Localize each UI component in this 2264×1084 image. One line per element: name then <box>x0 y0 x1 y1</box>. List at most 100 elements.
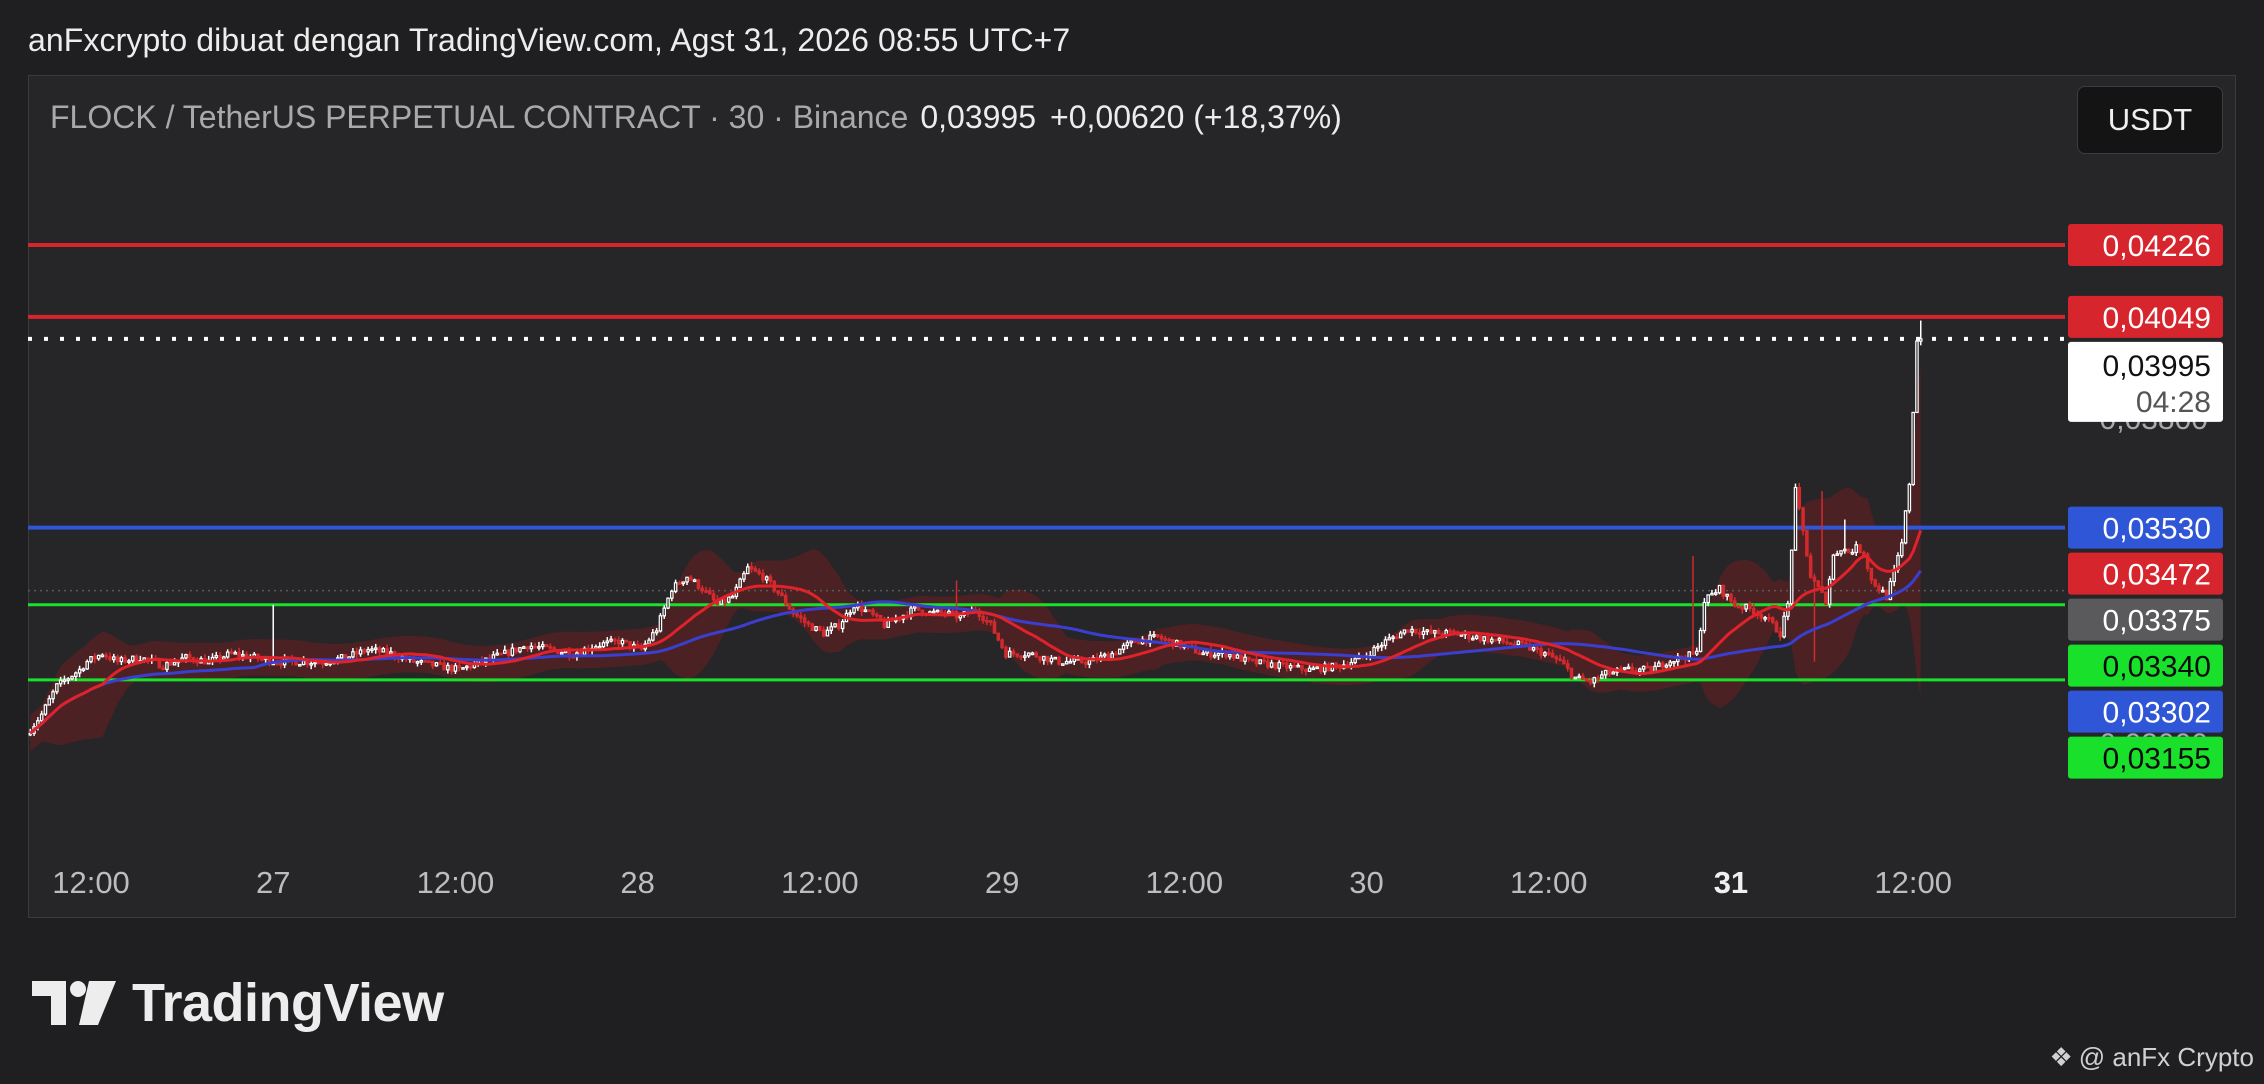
candle-body <box>1672 660 1676 664</box>
candle-body <box>453 665 458 672</box>
candle-body <box>62 679 67 683</box>
candle-body <box>112 656 116 661</box>
candle-body <box>1163 638 1168 641</box>
candle-body <box>1645 665 1650 669</box>
candle-body <box>1315 666 1319 670</box>
candle-body <box>1911 411 1915 486</box>
candle-body <box>745 566 750 575</box>
candle-body <box>1600 674 1604 679</box>
currency-button[interactable]: USDT <box>2077 86 2223 154</box>
candle-body <box>1770 617 1775 623</box>
candle-body <box>814 626 818 631</box>
x-tick-label: 30 <box>1349 865 1383 900</box>
candle-body <box>1117 648 1122 655</box>
candle-body <box>434 662 439 667</box>
candle-body <box>939 609 944 614</box>
candle-body <box>882 620 887 628</box>
candle-body <box>343 654 348 660</box>
candle-body <box>85 660 89 670</box>
candle-body <box>1558 658 1562 662</box>
candle-body <box>1691 651 1695 655</box>
candle-body <box>578 652 583 655</box>
candle-body <box>950 610 955 614</box>
candle-body <box>780 592 784 597</box>
candle-body <box>1448 629 1452 633</box>
candle-body <box>1353 658 1357 664</box>
candle-body <box>742 573 746 580</box>
candle-body <box>1057 656 1061 665</box>
candle-body <box>726 596 731 603</box>
candle-body <box>1038 656 1042 661</box>
candle-body <box>233 651 238 655</box>
candle-body <box>1562 659 1566 665</box>
countdown-label: 04:28 <box>2136 386 2211 419</box>
candle-body <box>430 660 435 667</box>
candle-body <box>1736 605 1741 609</box>
candle-body <box>1626 666 1631 670</box>
candle-body <box>461 667 465 670</box>
level-badge-label: 0,03302 <box>2103 697 2211 730</box>
candle-body <box>912 605 917 609</box>
candle-body <box>370 648 374 652</box>
candle-body <box>468 665 473 669</box>
candle-body <box>1015 653 1020 657</box>
candle-body <box>1102 653 1107 657</box>
candle-body <box>875 613 879 617</box>
candle-body <box>537 645 541 649</box>
candle-body <box>525 646 530 650</box>
candle-body <box>1395 636 1399 640</box>
candle-body <box>787 603 792 610</box>
symbol-label[interactable]: FLOCK / TetherUS PERPETUAL CONTRACT · 30… <box>50 99 908 135</box>
candle-body <box>1247 656 1251 660</box>
candle-body <box>168 661 173 666</box>
candle-body <box>852 607 856 614</box>
candle-body <box>613 638 617 642</box>
candle-body <box>373 647 378 651</box>
candle-body <box>1250 658 1255 662</box>
candle-body <box>1831 554 1836 580</box>
candle-body <box>1740 606 1745 610</box>
candle-body <box>108 656 112 661</box>
candle-body <box>1596 677 1600 680</box>
candle-body <box>1042 655 1046 661</box>
candle-body <box>1023 655 1027 658</box>
ma-fast-line <box>29 529 1923 735</box>
candle-body <box>666 597 670 609</box>
candle-body <box>503 649 507 654</box>
candle-body <box>1311 667 1316 671</box>
x-tick-label: 31 <box>1714 865 1748 900</box>
candle-body <box>1881 589 1885 593</box>
candle-body <box>1862 551 1866 555</box>
candle-body <box>161 667 165 671</box>
candle-body <box>1216 652 1221 656</box>
diamond-icon: ❖ <box>2049 1042 2073 1072</box>
candle-body <box>510 647 515 656</box>
candle-body <box>93 656 97 660</box>
x-tick-label: 12:00 <box>52 865 130 900</box>
candle-body <box>1581 675 1585 680</box>
candle-body <box>776 590 780 594</box>
candle-body <box>1732 600 1737 607</box>
candle-body <box>605 640 610 644</box>
tradingview-wordmark: TradingView <box>132 973 444 1033</box>
x-tick-label: 12:00 <box>1874 865 1952 900</box>
candle-body <box>214 655 219 659</box>
candle-body <box>548 645 553 649</box>
candle-body <box>358 649 363 655</box>
candle-body <box>1873 579 1877 587</box>
candle-body <box>1064 660 1069 665</box>
x-tick-label: 12:00 <box>781 865 859 900</box>
candle-body <box>127 660 131 663</box>
candle-body <box>601 642 606 648</box>
chart-plot[interactable]: 12:00 27 12:00 28 12:00 29 12:00 30 12:00 31 12:00… <box>0 0 2264 1084</box>
candle-body <box>559 651 564 655</box>
candle-body <box>1106 653 1111 660</box>
candle-body <box>1235 654 1240 659</box>
candle-body <box>1482 636 1486 642</box>
candle-body <box>1406 629 1411 633</box>
tradingview-logo: TradingView <box>32 973 444 1033</box>
candle-body <box>1258 659 1262 665</box>
candle-body <box>1622 667 1627 670</box>
candle-body <box>620 639 625 645</box>
candle-body <box>1159 635 1164 640</box>
